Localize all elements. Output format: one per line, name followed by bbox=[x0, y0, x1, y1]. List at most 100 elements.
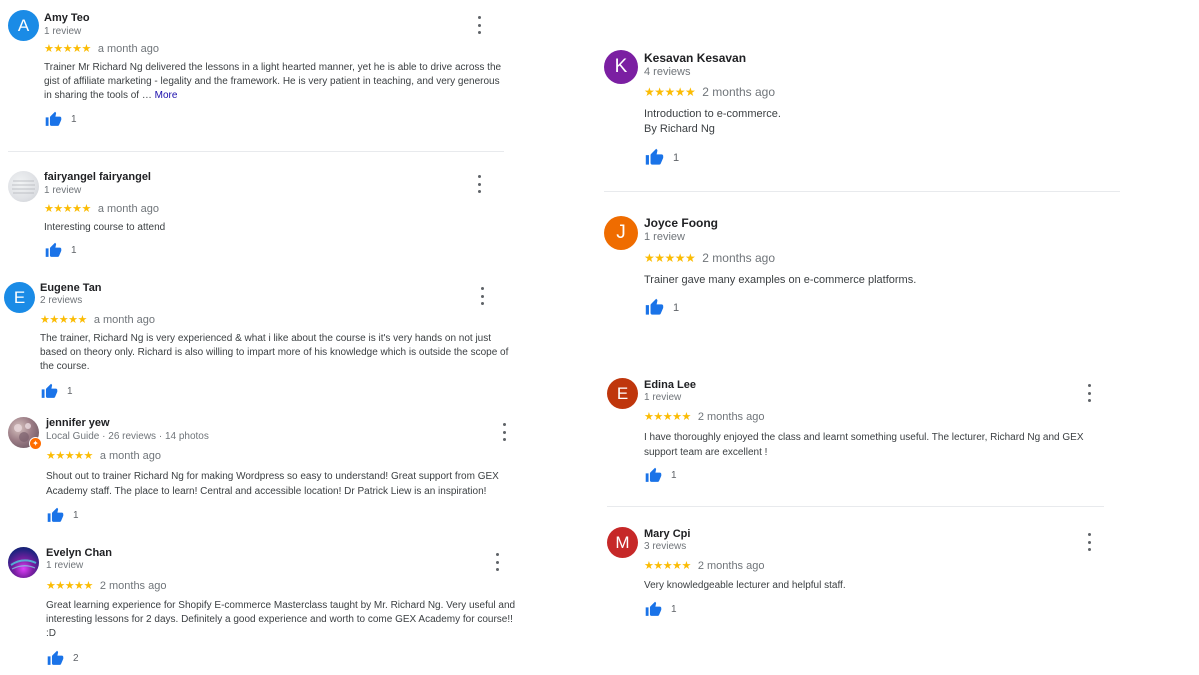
like-button[interactable]: 1 bbox=[644, 298, 679, 317]
reviewer-name[interactable]: Joyce Foong bbox=[644, 216, 718, 230]
reviewer-name[interactable]: Kesavan Kesavan bbox=[644, 51, 746, 65]
rating-row: ★★★★★ 2 months ago bbox=[644, 251, 775, 265]
rating-row: ★★★★★ 2 months ago bbox=[644, 85, 775, 99]
review-age: 2 months ago bbox=[99, 579, 167, 592]
like-count: 1 bbox=[67, 386, 73, 397]
avatar[interactable]: A bbox=[8, 10, 39, 41]
more-options-button[interactable] bbox=[471, 16, 487, 34]
like-count: 1 bbox=[671, 470, 677, 481]
like-button[interactable]: 1 bbox=[46, 507, 79, 524]
review-text: I have thoroughly enjoyed the class and … bbox=[644, 432, 1084, 458]
star-rating: ★★★★★ bbox=[44, 203, 91, 215]
avatar-letter: E bbox=[616, 383, 629, 403]
reviewer-name[interactable]: Eugene Tan bbox=[40, 282, 102, 294]
reviewer-meta: 4 reviews bbox=[644, 66, 691, 78]
like-button[interactable]: 1 bbox=[40, 383, 73, 400]
reviewer-meta: 1 review bbox=[44, 185, 82, 196]
review-card: J Joyce Foong 1 review ★★★★★ 2 months ag… bbox=[604, 216, 1124, 321]
like-button[interactable]: 1 bbox=[44, 111, 77, 128]
reviewer-name[interactable]: fairyangel fairyangel bbox=[44, 171, 151, 183]
review-card: E Eugene Tan 2 reviews ★★★★★ a month ago… bbox=[4, 282, 508, 402]
rating-row: ★★★★★ a month ago bbox=[46, 449, 161, 463]
local-guide-badge-icon: ✦ bbox=[29, 437, 42, 450]
like-button[interactable]: 1 bbox=[44, 242, 77, 259]
thumbs-up-icon bbox=[644, 298, 665, 317]
avatar-letter: A bbox=[17, 15, 30, 35]
reviewer-meta: 3 reviews bbox=[644, 541, 687, 552]
star-rating: ★★★★★ bbox=[644, 560, 691, 572]
more-options-button[interactable] bbox=[489, 553, 505, 571]
review-card: E Edina Lee 1 review ★★★★★ 2 months ago … bbox=[607, 378, 1107, 488]
review-text: Very knowledgeable lecturer and helpful … bbox=[644, 580, 846, 591]
avatar[interactable]: E bbox=[4, 282, 35, 313]
avatar-letter: K bbox=[614, 56, 628, 77]
review-card: A Amy Teo 1 review ★★★★★ a month ago Tra… bbox=[8, 10, 508, 135]
review-text-block: Trainer Mr Richard Ng delivered the less… bbox=[44, 61, 509, 103]
star-rating: ★★★★★ bbox=[40, 314, 87, 326]
more-link[interactable]: More bbox=[155, 90, 178, 101]
like-count: 2 bbox=[73, 653, 79, 664]
reviewer-name[interactable]: Evelyn Chan bbox=[46, 547, 112, 559]
avatar[interactable]: M bbox=[607, 527, 638, 558]
reviewer-name[interactable]: Mary Cpi bbox=[644, 528, 690, 540]
thumbs-up-icon bbox=[644, 467, 663, 484]
review-age: 2 months ago bbox=[702, 251, 776, 265]
star-rating: ★★★★★ bbox=[644, 85, 696, 99]
review-age: a month ago bbox=[97, 202, 159, 215]
star-rating: ★★★★★ bbox=[644, 411, 691, 423]
avatar-letter: M bbox=[615, 532, 630, 552]
like-count: 1 bbox=[673, 151, 680, 164]
like-count: 1 bbox=[673, 301, 680, 314]
thumbs-up-icon bbox=[46, 650, 65, 667]
rating-row: ★★★★★ a month ago bbox=[44, 42, 159, 56]
profile-photo-icon[interactable] bbox=[8, 171, 39, 202]
photo-texture bbox=[10, 559, 37, 570]
thumbs-up-icon bbox=[40, 383, 59, 400]
thumbs-up-icon bbox=[44, 242, 63, 259]
like-count: 1 bbox=[671, 604, 677, 615]
like-button[interactable]: 1 bbox=[644, 601, 677, 618]
thumbs-up-icon bbox=[46, 507, 65, 524]
like-button[interactable]: 1 bbox=[644, 467, 677, 484]
reviewer-name[interactable]: jennifer yew bbox=[46, 417, 110, 429]
avatar[interactable]: J bbox=[604, 216, 638, 250]
more-options-button[interactable] bbox=[474, 287, 490, 305]
rating-row: ★★★★★ a month ago bbox=[44, 202, 159, 216]
rating-row: ★★★★★ 2 months ago bbox=[644, 410, 765, 424]
avatar[interactable]: E bbox=[607, 378, 638, 409]
more-options-button[interactable] bbox=[1081, 384, 1097, 402]
reviewer-meta: 1 review bbox=[46, 560, 84, 571]
avatar[interactable]: K bbox=[604, 50, 638, 84]
review-text: Introduction to e-commerce. bbox=[644, 108, 781, 120]
reviewer-meta: 2 reviews bbox=[40, 295, 83, 306]
reviewer-meta: Local Guide · 26 reviews · 14 photos bbox=[46, 431, 209, 442]
divider bbox=[604, 191, 1120, 192]
review-text: Trainer gave many examples on e-commerce… bbox=[644, 274, 917, 286]
review-card: K Kesavan Kesavan 4 reviews ★★★★★ 2 mont… bbox=[604, 50, 1124, 170]
profile-photo-icon[interactable] bbox=[8, 547, 39, 578]
rating-row: ★★★★★ a month ago bbox=[40, 313, 155, 327]
review-age: 2 months ago bbox=[702, 85, 776, 99]
avatar-letter: E bbox=[13, 287, 26, 307]
review-text: By Richard Ng bbox=[644, 123, 715, 135]
review-age: a month ago bbox=[99, 449, 161, 462]
like-count: 1 bbox=[71, 114, 77, 125]
reviewer-meta: 1 review bbox=[44, 26, 82, 37]
more-options-button[interactable] bbox=[471, 175, 487, 193]
rating-row: ★★★★★ 2 months ago bbox=[46, 579, 167, 593]
like-button[interactable]: 2 bbox=[46, 650, 79, 667]
avatar-letter: J bbox=[616, 222, 626, 243]
more-options-button[interactable] bbox=[496, 423, 512, 441]
reviewer-name[interactable]: Edina Lee bbox=[644, 379, 696, 391]
star-rating: ★★★★★ bbox=[46, 450, 93, 462]
review-text-block: Introduction to e-commerce. By Richard N… bbox=[644, 107, 1104, 137]
review-text: Shout out to trainer Richard Ng for maki… bbox=[46, 471, 499, 497]
like-button[interactable]: 1 bbox=[644, 148, 679, 167]
more-options-button[interactable] bbox=[1081, 533, 1097, 551]
reviewer-name[interactable]: Amy Teo bbox=[44, 12, 90, 24]
star-rating: ★★★★★ bbox=[44, 43, 91, 55]
review-card: fairyangel fairyangel 1 review ★★★★★ a m… bbox=[8, 170, 508, 265]
review-age: 2 months ago bbox=[697, 410, 765, 423]
review-text: Great learning experience for Shopify E-… bbox=[46, 600, 516, 639]
divider bbox=[607, 506, 1104, 507]
